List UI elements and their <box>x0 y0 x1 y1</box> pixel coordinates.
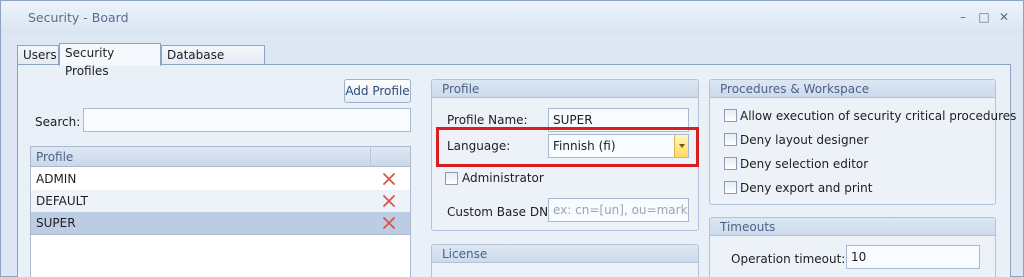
license-panel-title: License <box>442 247 488 261</box>
procedures-panel-header: Procedures & Workspace <box>710 80 995 98</box>
administrator-label: Administrator <box>462 171 544 185</box>
title-bar[interactable]: Security - Board – □ ✕ <box>1 1 1023 34</box>
profile-row-admin[interactable]: ADMIN <box>31 168 410 190</box>
deny-layout-designer-checkbox[interactable] <box>724 133 737 146</box>
profile-panel-header: Profile <box>432 80 698 98</box>
delete-x-icon[interactable] <box>381 215 397 231</box>
profiles-grid: Profile ADMIN DEFAULT SUPER <box>30 146 411 277</box>
security-board-window: Security - Board – □ ✕ Users Security Pr… <box>0 0 1024 277</box>
tab-database-security[interactable]: Database Security <box>161 45 265 80</box>
profile-row-default[interactable]: DEFAULT <box>31 190 410 212</box>
window-title: Security - Board <box>28 10 129 25</box>
custom-base-dn-label: Custom Base DN: <box>447 205 553 219</box>
deny-selection-editor-label: Deny selection editor <box>740 157 869 171</box>
deny-selection-editor-checkbox[interactable] <box>724 157 737 170</box>
license-panel: License <box>431 244 699 277</box>
deny-export-print-label: Deny export and print <box>740 181 873 195</box>
profile-row-super[interactable]: SUPER <box>31 212 410 234</box>
timeouts-panel-title: Timeouts <box>720 220 776 234</box>
administrator-checkbox[interactable] <box>445 172 458 185</box>
allow-critical-procedures-label: Allow execution of security critical pro… <box>740 109 1017 123</box>
profile-name-label: Profile Name: <box>447 113 528 127</box>
grid-header: Profile <box>31 147 410 167</box>
profile-column-header[interactable]: Profile <box>36 150 73 164</box>
language-highlight-box <box>436 127 699 167</box>
delete-x-icon[interactable] <box>381 171 397 187</box>
deny-export-print-checkbox[interactable] <box>724 181 737 194</box>
delete-x-icon[interactable] <box>381 193 397 209</box>
profile-row-name: DEFAULT <box>36 194 88 208</box>
custom-base-dn-input[interactable]: ex: cn=[un], ou=market... <box>548 198 689 222</box>
tab-security-profiles[interactable]: Security Profiles <box>59 43 161 78</box>
add-profile-button[interactable]: Add Profile <box>344 79 411 103</box>
operation-timeout-label: Operation timeout: <box>731 252 846 266</box>
grid-empty-area <box>31 234 410 277</box>
maximize-button[interactable]: □ <box>977 10 991 24</box>
profile-row-name: SUPER <box>36 216 76 230</box>
profile-panel-title: Profile <box>442 82 480 96</box>
column-divider <box>370 147 371 167</box>
close-button[interactable]: ✕ <box>997 10 1011 24</box>
search-input[interactable] <box>83 108 411 132</box>
procedures-panel-title: Procedures & Workspace <box>720 82 870 96</box>
search-label: Search: <box>35 115 81 129</box>
tab-users[interactable]: Users <box>17 45 59 65</box>
deny-layout-designer-label: Deny layout designer <box>740 133 869 147</box>
allow-critical-procedures-checkbox[interactable] <box>724 109 737 122</box>
profile-row-name: ADMIN <box>36 172 77 186</box>
license-panel-header: License <box>432 245 698 263</box>
operation-timeout-input[interactable]: 10 <box>846 245 980 269</box>
timeouts-panel-header: Timeouts <box>710 218 995 236</box>
minimize-button[interactable]: – <box>956 10 970 24</box>
